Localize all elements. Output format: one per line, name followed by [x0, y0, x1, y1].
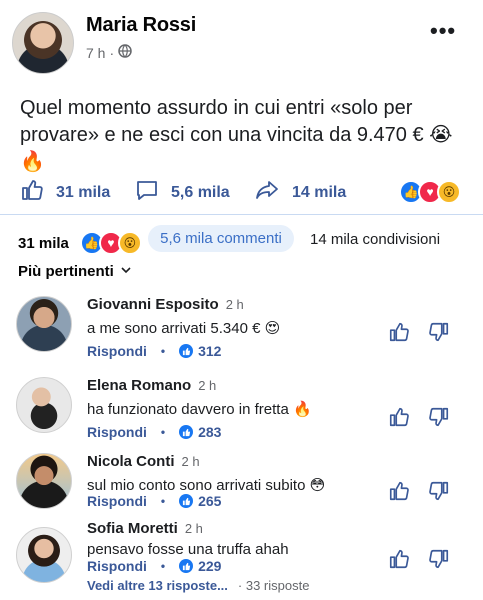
author-avatar[interactable] [12, 12, 74, 74]
avatar[interactable] [16, 296, 72, 352]
divider [0, 214, 483, 215]
thumbs-up-icon[interactable] [388, 548, 410, 570]
like-action[interactable]: 31 mila [20, 178, 110, 207]
like-badge-icon [179, 425, 194, 439]
comment-author-name: Giovanni Esposito [87, 296, 219, 313]
comment-vote-buttons [388, 406, 450, 428]
share-icon [254, 178, 280, 207]
comment-like-count: 265 [198, 493, 222, 509]
reply-button[interactable]: Rispondi [87, 558, 147, 574]
more-options-button[interactable]: ••• [430, 18, 456, 44]
reply-button[interactable]: Rispondi [87, 343, 147, 359]
wow-reaction-icon: 😮 [117, 231, 142, 255]
comment-text: pensavo fosse una truffa ahah [87, 541, 289, 558]
thumbs-up-icon[interactable] [388, 321, 410, 343]
post-text: Quel momento assurdo in cui entri «solo … [20, 97, 453, 173]
comment-author[interactable]: Nicola Conti 2 h [87, 453, 200, 470]
view-more-replies[interactable]: Vedi altre 13 risposte... · 33 risposte [87, 578, 309, 593]
reply-button[interactable]: Rispondi [87, 424, 147, 440]
like-badge-icon [179, 494, 194, 508]
post-meta: 7 h · [86, 44, 132, 61]
reaction-icons[interactable]: 👍 ♥ 😮 [399, 180, 461, 204]
comment-vote-buttons [388, 548, 450, 570]
author-name[interactable]: Maria Rossi [86, 14, 196, 37]
comment-actions: Rispondi • 312 [87, 343, 221, 359]
chevron-down-icon [120, 263, 132, 280]
comment-author[interactable]: Elena Romano 2 h [87, 377, 216, 394]
reply-button[interactable]: Rispondi [87, 493, 147, 509]
comment-icon [135, 178, 159, 207]
comment-filter-dropdown[interactable]: Più pertinenti [18, 263, 132, 280]
comment-vote-buttons [388, 321, 450, 343]
dot-separator: • [160, 559, 166, 573]
comment-author-name: Sofia Moretti [87, 520, 178, 537]
reaction-summary-icons: 👍 ♥ 😮 [79, 231, 142, 255]
comment-author-name: Nicola Conti [87, 453, 175, 470]
wow-reaction-icon: 😮 [437, 180, 461, 204]
thumbs-down-icon[interactable] [428, 321, 450, 343]
meta-separator: · [109, 44, 115, 61]
comment-actions: Rispondi • 265 [87, 493, 221, 509]
like-count: 31 mila [56, 183, 111, 201]
dot-separator: • [160, 425, 166, 439]
comment-text: a me sono arrivati 5.340 € 😍 [87, 320, 281, 337]
comment-author[interactable]: Sofia Moretti 2 h [87, 520, 203, 537]
comment-vote-buttons [388, 480, 450, 502]
thumbs-down-icon[interactable] [428, 406, 450, 428]
like-badge-icon [179, 344, 194, 358]
avatar[interactable] [16, 527, 72, 583]
share-count: 14 mila [292, 183, 347, 201]
dot-separator: • [160, 494, 166, 508]
post-time[interactable]: 7 h [86, 45, 105, 61]
comment-author[interactable]: Giovanni Esposito 2 h [87, 296, 244, 313]
comment-likes[interactable]: 283 [179, 424, 221, 440]
comment-likes[interactable]: 312 [179, 343, 221, 359]
comment-like-count: 283 [198, 424, 222, 440]
reaction-total: 31 mila [18, 234, 69, 252]
comment-likes[interactable]: 265 [179, 493, 221, 509]
comment-actions: Rispondi • 283 [87, 424, 221, 440]
more-replies-link[interactable]: Vedi altre 13 risposte... [87, 578, 228, 593]
comment-time: 2 h [184, 521, 203, 536]
comment-time: 2 h [181, 454, 200, 469]
shares-count[interactable]: 14 mila condivisioni [310, 231, 440, 248]
globe-icon [118, 44, 132, 61]
comment-text: sul mio conto sono arrivati subito 😳 [87, 477, 326, 494]
filter-label: Più pertinenti [18, 263, 114, 280]
like-icon [20, 178, 44, 207]
comment-actions: Rispondi • 229 [87, 558, 221, 574]
like-badge-icon [179, 559, 194, 573]
comment-count: 5,6 mila [171, 183, 230, 201]
comments-count-button[interactable]: 5,6 mila commenti [148, 225, 294, 252]
thumbs-up-icon[interactable] [388, 480, 410, 502]
thumbs-up-icon[interactable] [388, 406, 410, 428]
comment-author-name: Elena Romano [87, 377, 192, 394]
replies-count: · 33 risposte [237, 578, 310, 593]
avatar[interactable] [16, 377, 72, 433]
post-action-row: 31 mila 5,6 mila 14 mila 👍 ♥ 😮 [0, 170, 483, 210]
share-action[interactable]: 14 mila [254, 178, 346, 207]
comment-like-count: 312 [198, 343, 222, 359]
avatar[interactable] [16, 453, 72, 509]
comment-text: ha funzionato davvero in fretta 🔥 [87, 401, 312, 418]
thumbs-down-icon[interactable] [428, 548, 450, 570]
comment-likes[interactable]: 229 [179, 558, 221, 574]
thumbs-down-icon[interactable] [428, 480, 450, 502]
dot-separator: • [160, 344, 166, 358]
comment-time: 2 h [198, 378, 217, 393]
reaction-summary[interactable]: 31 mila 👍 ♥ 😮 [18, 231, 142, 255]
comment-time: 2 h [225, 297, 244, 312]
comment-like-count: 229 [198, 558, 222, 574]
comment-action[interactable]: 5,6 mila [135, 178, 230, 207]
